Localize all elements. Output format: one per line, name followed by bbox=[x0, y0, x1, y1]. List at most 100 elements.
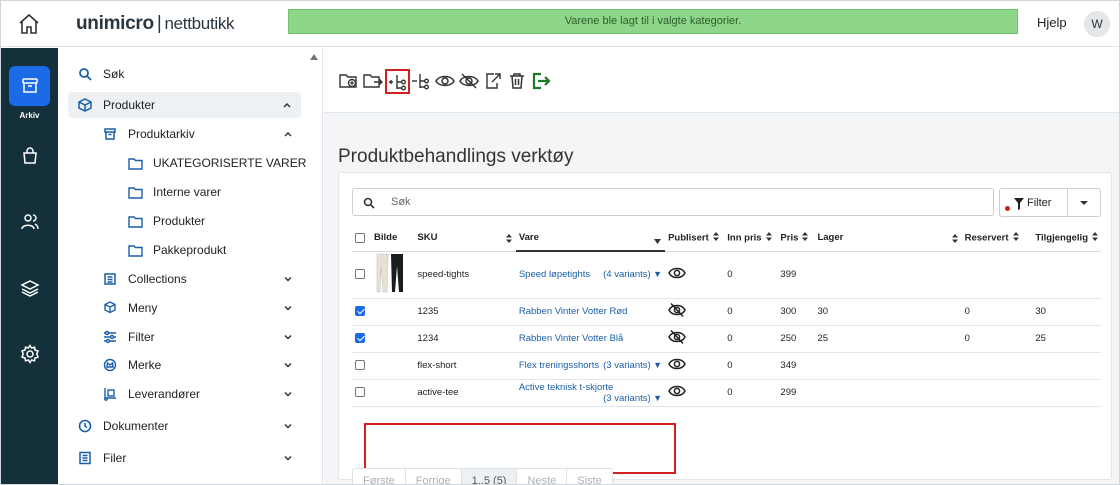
row-checkbox[interactable] bbox=[355, 306, 365, 317]
nav-folder-ukategoriserte[interactable]: UKATEGORISERTE VARER bbox=[127, 150, 317, 176]
col-sku-label: SKU bbox=[417, 232, 438, 244]
chevron-down-icon[interactable] bbox=[282, 452, 294, 464]
col-pris[interactable]: Pris bbox=[777, 225, 815, 252]
products-card: Søk Filter Bilde SKU Vare Publisert Inn … bbox=[338, 172, 1112, 484]
row-select-cell bbox=[352, 298, 372, 326]
col-tilgjengelig[interactable]: Tilgjengelig bbox=[1032, 225, 1101, 252]
col-pris-label: Pris bbox=[780, 232, 799, 244]
chevron-down-icon[interactable] bbox=[282, 420, 294, 432]
eye-off-icon[interactable] bbox=[668, 302, 686, 320]
eye-off-icon[interactable] bbox=[458, 70, 480, 92]
home-icon[interactable] bbox=[17, 12, 41, 36]
pager-next-button[interactable]: Neste bbox=[517, 469, 568, 484]
chevron-up-icon[interactable] bbox=[281, 99, 293, 111]
nav-folder-produkter[interactable]: Produkter bbox=[127, 208, 307, 234]
variants-toggle[interactable]: (3 variants) ▼ bbox=[603, 393, 662, 404]
sort-icon bbox=[1092, 231, 1098, 244]
nav-label: Meny bbox=[128, 301, 158, 315]
variants-toggle[interactable]: (3 variants) ▼ bbox=[603, 360, 662, 371]
nav-item-search[interactable]: Søk bbox=[77, 61, 299, 87]
row-vare-cell: Speed løpetights (4 variants) ▼ bbox=[515, 251, 666, 299]
nav-label: Produkter bbox=[103, 98, 156, 112]
nav-folder-pakkeprodukt[interactable]: Pakkeprodukt bbox=[127, 237, 307, 263]
nav-item-collections[interactable]: Collections bbox=[102, 266, 294, 292]
rail-item-settings[interactable] bbox=[9, 334, 50, 374]
chevron-down-icon[interactable] bbox=[282, 388, 294, 400]
caret-down-icon: ▼ bbox=[650, 360, 663, 370]
success-toast: Varene ble lagt til i valgte kategorier. bbox=[288, 9, 1018, 34]
row-inn-pris: 0 bbox=[724, 298, 778, 326]
eye-icon[interactable] bbox=[668, 266, 686, 283]
trash-icon[interactable] bbox=[506, 70, 528, 92]
nav-item-produktarkiv[interactable]: Produktarkiv bbox=[102, 121, 294, 147]
col-publisert[interactable]: Publisert bbox=[665, 225, 725, 252]
product-link[interactable]: Flex treningsshorts bbox=[519, 360, 599, 371]
col-reservert[interactable]: Reservert bbox=[961, 225, 1033, 252]
nav-item-merke[interactable]: Merke bbox=[102, 352, 294, 378]
product-link[interactable]: Rabben Vinter Votter Blå bbox=[519, 333, 623, 344]
caret-down-icon[interactable] bbox=[1080, 201, 1088, 205]
chevron-down-icon[interactable] bbox=[282, 331, 294, 343]
product-link[interactable]: Rabben Vinter Votter Rød bbox=[519, 306, 628, 317]
row-checkbox[interactable] bbox=[355, 333, 365, 344]
nav-item-produkter[interactable]: Produkter bbox=[68, 92, 301, 118]
chevron-down-icon[interactable] bbox=[282, 273, 294, 285]
col-sku[interactable]: SKU bbox=[414, 225, 516, 252]
rail-item-shop[interactable] bbox=[9, 136, 50, 176]
col-inn-pris[interactable]: Inn pris bbox=[724, 225, 778, 252]
chevron-down-icon[interactable] bbox=[282, 302, 294, 314]
remove-from-category-icon[interactable] bbox=[410, 70, 432, 92]
product-link[interactable]: Speed løpetights bbox=[519, 269, 590, 280]
eye-icon[interactable] bbox=[434, 70, 456, 92]
rail-item-archive[interactable] bbox=[9, 66, 50, 106]
pager-prev-button[interactable]: Forrige bbox=[405, 469, 462, 484]
pager-first-button[interactable]: Første bbox=[353, 469, 406, 484]
search-input[interactable]: Søk bbox=[352, 188, 994, 216]
row-checkbox[interactable] bbox=[355, 360, 365, 371]
col-lager[interactable]: Lager bbox=[814, 225, 962, 252]
table-row[interactable]: 1235 Rabben Vinter Votter Rød 0 300 30 0 30 bbox=[352, 298, 1101, 326]
table-row[interactable]: active-tee Active teknisk t-skjorte (3 var… bbox=[352, 379, 1101, 407]
filter-button[interactable]: Filter bbox=[999, 188, 1101, 217]
chevron-up-icon[interactable] bbox=[282, 128, 294, 140]
variants-toggle[interactable]: (4 variants) ▼ bbox=[603, 269, 662, 280]
eye-off-icon[interactable] bbox=[668, 329, 686, 347]
pager-last-button[interactable]: Siste bbox=[567, 469, 612, 484]
chevron-down-icon[interactable] bbox=[282, 359, 294, 371]
move-folder-icon[interactable] bbox=[362, 70, 384, 92]
row-image-cell bbox=[371, 251, 415, 299]
export-icon[interactable] bbox=[482, 70, 504, 92]
row-tilgjengelig bbox=[1032, 379, 1101, 407]
table-row[interactable]: 1234 Rabben Vinter Votter Blå 0 250 25 0 25 bbox=[352, 325, 1101, 353]
select-all-checkbox[interactable] bbox=[355, 232, 365, 243]
rail-item-layers[interactable] bbox=[9, 268, 50, 308]
exit-icon[interactable] bbox=[530, 70, 552, 92]
nav-item-meny[interactable]: Meny bbox=[102, 295, 294, 321]
nav-item-leverandorer[interactable]: Leverandører bbox=[102, 381, 294, 407]
table-row[interactable]: speed-tights Speed løpetights (4 variants)… bbox=[352, 251, 1101, 299]
eye-icon[interactable] bbox=[668, 357, 686, 374]
row-checkbox[interactable] bbox=[355, 387, 365, 398]
col-vare[interactable]: Vare bbox=[515, 225, 666, 252]
rail-item-users[interactable] bbox=[9, 202, 50, 242]
eye-icon[interactable] bbox=[668, 384, 686, 401]
avatar[interactable]: W bbox=[1084, 11, 1110, 37]
product-link[interactable]: Active teknisk t-skjorte bbox=[519, 382, 614, 393]
layers-icon bbox=[19, 280, 40, 297]
nav-label: Collections bbox=[128, 272, 187, 286]
nav-label: Interne varer bbox=[153, 185, 222, 199]
add-to-category-icon[interactable] bbox=[385, 69, 410, 94]
scroll-up-arrow[interactable] bbox=[310, 54, 318, 60]
table-row[interactable]: flex-short Flex treningsshorts (3 variants… bbox=[352, 352, 1101, 380]
row-sku: 1234 bbox=[414, 325, 516, 353]
nav-item-filer[interactable]: Filer bbox=[77, 445, 294, 471]
nav-folder-interne-varer[interactable]: Interne varer bbox=[127, 179, 307, 205]
row-checkbox[interactable] bbox=[355, 269, 365, 280]
search-placeholder: Søk bbox=[391, 196, 411, 208]
help-link[interactable]: Hjelp bbox=[1037, 15, 1067, 30]
nav-item-dokumenter[interactable]: Dokumenter bbox=[77, 413, 294, 439]
new-folder-icon[interactable] bbox=[338, 70, 360, 92]
nav-item-filter[interactable]: Filter bbox=[102, 324, 294, 350]
rail-label-archive: Arkiv bbox=[19, 111, 40, 120]
row-inn-pris: 0 bbox=[724, 251, 778, 299]
